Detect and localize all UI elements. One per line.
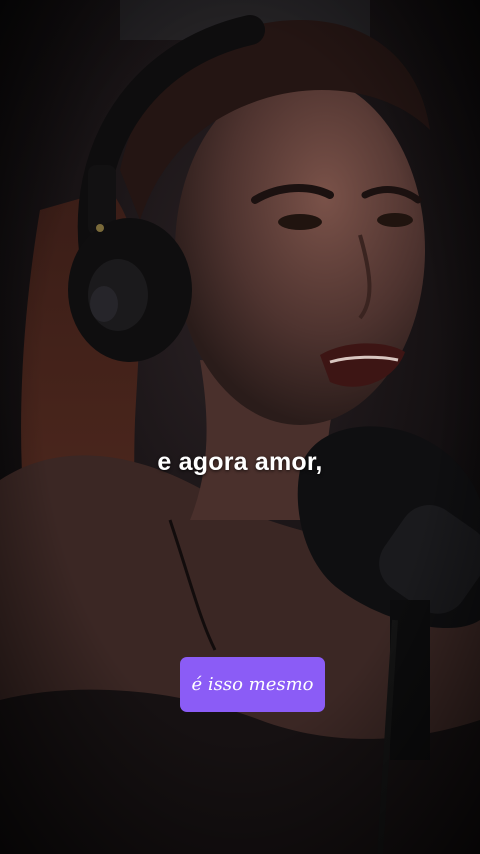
vignette	[0, 0, 480, 854]
subtitle-caption: e agora amor,	[157, 448, 323, 476]
watermark-label: é isso mesmo	[191, 674, 314, 695]
watermark-badge[interactable]: é isso mesmo	[180, 657, 325, 712]
video-scene	[0, 0, 480, 854]
video-frame[interactable]: e agora amor, é isso mesmo	[0, 0, 480, 854]
